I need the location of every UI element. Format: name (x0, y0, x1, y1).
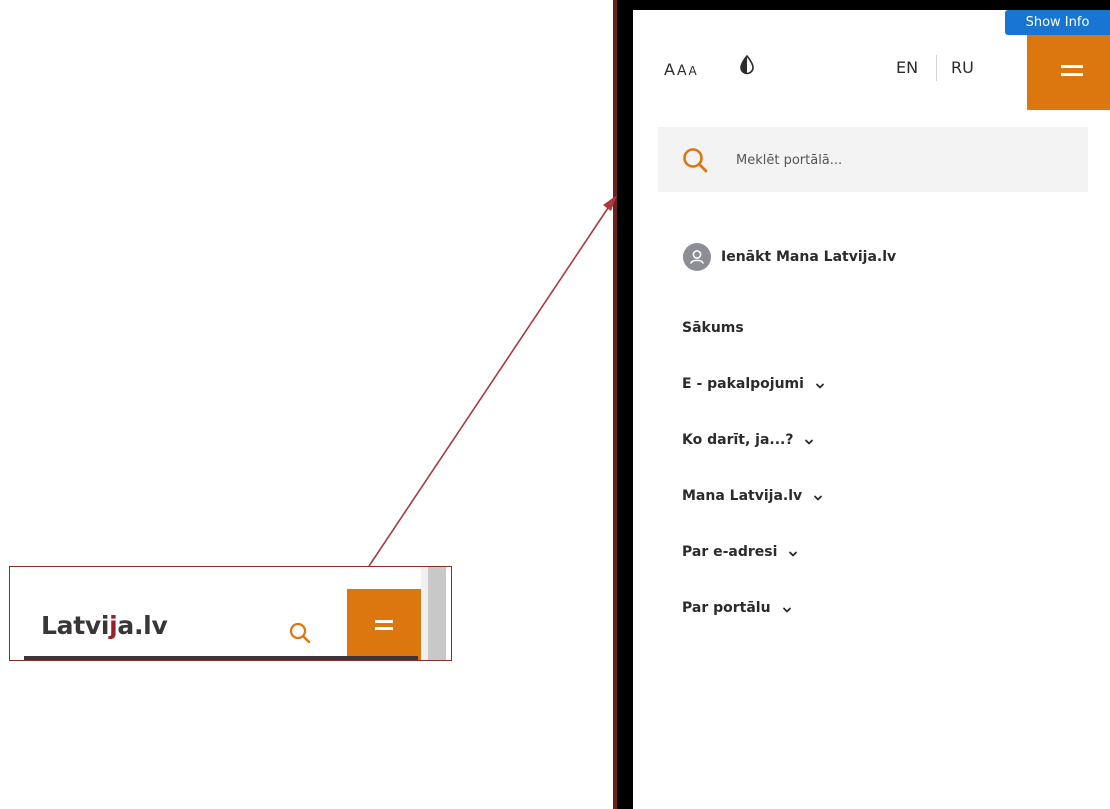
chevron-down-icon (789, 551, 798, 557)
login-link[interactable]: Ienākt Mana Latvija.lv (683, 242, 896, 272)
font-size-large[interactable]: A (664, 60, 677, 79)
nav-item-sakums[interactable]: Sākums (682, 320, 826, 376)
nav-item-label: E - pakalpojumi (682, 376, 804, 392)
menu-icon-bar-top (1061, 65, 1083, 68)
show-info-button[interactable]: Show Info (1005, 10, 1110, 35)
chevron-down-icon (816, 383, 824, 389)
menu-button[interactable] (347, 589, 421, 660)
chevron-down-icon (814, 495, 823, 501)
contrast-icon[interactable] (739, 55, 755, 75)
nav-item-label: Sākums (682, 320, 744, 336)
user-icon (683, 243, 711, 271)
menu-icon-bar-top (375, 620, 393, 623)
chevron-down-icon (782, 607, 791, 613)
language-en-link[interactable]: EN (896, 58, 918, 77)
header-bottom-border (24, 656, 418, 660)
nav-item-label: Mana Latvija.lv (682, 488, 803, 504)
nav-item-mana-latvija[interactable]: Mana Latvija.lv (682, 488, 826, 544)
chevron-down-icon (805, 439, 814, 445)
nav-item-e-pakalpojumi[interactable]: E - pakalpojumi (682, 376, 826, 432)
nav-item-ko-darit[interactable]: Ko darīt, ja...? (682, 432, 826, 488)
nav-item-par-portalu[interactable]: Par portālu (682, 600, 826, 656)
menu-icon-bar-bottom (375, 627, 393, 630)
font-size-controls: AAA (664, 60, 699, 79)
screenshot-stage: Latvija.lv Show Info AAA EN RU Meklēt po… (0, 0, 1110, 809)
scrollbar[interactable] (428, 567, 446, 660)
site-logo[interactable]: Latvija.lv (41, 611, 168, 641)
nav-item-par-e-adresi[interactable]: Par e-adresi (682, 544, 826, 600)
font-size-small[interactable]: A (689, 64, 699, 78)
nav-item-label: Par portālu (682, 600, 771, 616)
logo-text-prefix: Latvi (41, 611, 110, 640)
login-label: Ienākt Mana Latvija.lv (721, 249, 897, 265)
main-nav: Sākums E - pakalpojumi Ko darīt, ja...? … (682, 320, 826, 656)
search-box (658, 127, 1088, 192)
scrollbar-gutter (421, 567, 428, 660)
logo-text-suffix: a.lv (117, 611, 168, 640)
phone-frame-edge (613, 0, 617, 809)
menu-toggle-button[interactable] (1027, 35, 1110, 110)
language-divider (936, 55, 937, 81)
search-icon[interactable] (682, 147, 708, 173)
font-size-medium[interactable]: A (677, 63, 689, 79)
nav-item-label: Par e-adresi (682, 544, 778, 560)
language-ru-link[interactable]: RU (951, 58, 974, 77)
nav-item-label: Ko darīt, ja...? (682, 432, 794, 448)
search-input[interactable] (736, 148, 1066, 172)
mobile-header-crop: Latvija.lv (9, 566, 452, 661)
mobile-menu-screen: Show Info AAA EN RU Meklēt portālā... Ie… (633, 10, 1110, 809)
menu-icon-bar-bottom (1061, 73, 1083, 76)
search-icon[interactable] (289, 622, 311, 644)
